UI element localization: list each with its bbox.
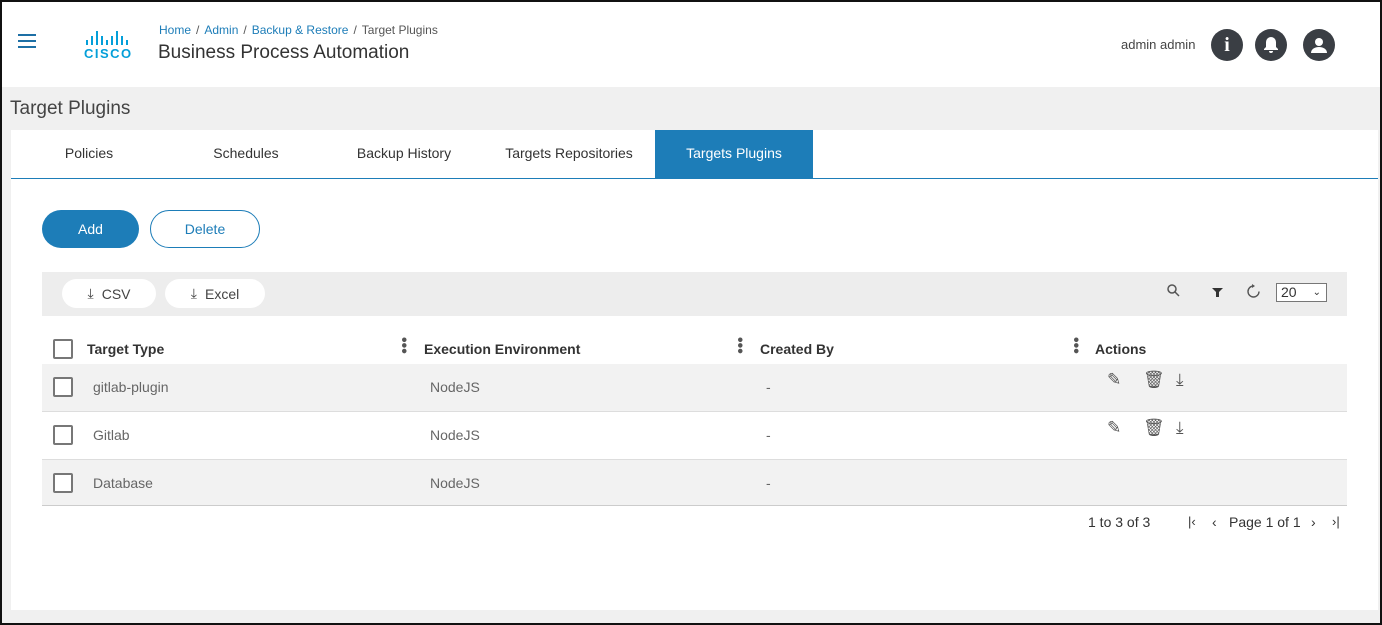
breadcrumb-admin[interactable]: Admin xyxy=(204,23,238,37)
app-title: Business Process Automation xyxy=(158,42,410,63)
user-avatar-icon[interactable] xyxy=(1303,29,1335,61)
column-header-target-type[interactable]: Target Type xyxy=(87,341,164,357)
chevron-down-icon: ⌄ xyxy=(1312,287,1321,298)
tab-policies[interactable]: Policies xyxy=(11,130,167,178)
table-row: gitlab-plugin NodeJS - ✎ 🗑 ⤓ xyxy=(42,364,1347,412)
cisco-logo: CISCO xyxy=(84,31,140,61)
column-header-execution-environment[interactable]: Execution Environment xyxy=(424,341,580,357)
main-card: Policies Schedules Backup History Target… xyxy=(11,130,1378,610)
breadcrumb-backup-restore[interactable]: Backup & Restore xyxy=(252,23,349,37)
page-size-select[interactable]: 20 ⌄ xyxy=(1276,283,1327,302)
export-excel-button[interactable]: ⤓ Excel xyxy=(165,279,265,308)
delete-button[interactable]: Delete xyxy=(150,210,260,248)
next-page-icon[interactable]: › xyxy=(1311,514,1316,530)
tab-bar: Policies Schedules Backup History Target… xyxy=(11,130,1378,179)
env-cell: NodeJS xyxy=(430,475,480,491)
page-size-value: 20 xyxy=(1281,284,1297,300)
row-checkbox[interactable] xyxy=(53,473,73,493)
tab-targets-repositories[interactable]: Targets Repositories xyxy=(483,130,655,178)
created-by-cell: - xyxy=(766,475,771,491)
export-csv-button[interactable]: ⤓ CSV xyxy=(62,279,156,308)
top-header: CISCO Home / Admin / Backup & Restore / Target… xyxy=(2,2,1380,87)
column-header-created-by[interactable]: Created By xyxy=(760,341,834,357)
row-count: 1 to 3 of 3 xyxy=(1088,514,1151,530)
breadcrumb: Home / Admin / Backup & Restore / Target Plugi… xyxy=(159,23,438,37)
download-icon: ⤓ xyxy=(87,285,94,301)
table-row: Database NodeJS - xyxy=(42,460,1347,506)
previous-page-icon[interactable]: ‹ xyxy=(1212,514,1217,530)
csv-label: CSV xyxy=(101,285,131,302)
column-header-actions: Actions xyxy=(1095,341,1147,357)
grid-toolbar: ⤓ CSV ⤓ Excel 20 ⌄ xyxy=(42,272,1347,316)
download-icon[interactable]: ⤓ xyxy=(1176,418,1184,438)
user-name: admin admin xyxy=(1121,37,1196,52)
bell-icon[interactable] xyxy=(1255,29,1287,61)
table-row: Gitlab NodeJS - ✎ 🗑 ⤓ xyxy=(42,412,1347,460)
add-button[interactable]: Add xyxy=(42,210,139,248)
refresh-icon[interactable] xyxy=(1247,284,1260,301)
breadcrumb-current: Target Plugins xyxy=(361,23,438,37)
download-icon[interactable]: ⤓ xyxy=(1176,370,1184,390)
info-icon[interactable]: i xyxy=(1211,29,1243,61)
edit-icon[interactable]: ✎ xyxy=(1107,370,1121,390)
tab-backup-history[interactable]: Backup History xyxy=(325,130,483,178)
edit-icon[interactable]: ✎ xyxy=(1107,418,1121,438)
search-icon[interactable] xyxy=(1167,284,1180,300)
trash-icon[interactable]: 🗑 xyxy=(1143,418,1165,438)
tab-targets-plugins[interactable]: Targets Plugins xyxy=(655,130,813,178)
trash-icon[interactable]: 🗑 xyxy=(1143,370,1165,390)
hamburger-menu-icon[interactable] xyxy=(18,34,36,48)
download-icon: ⤓ xyxy=(190,285,197,301)
env-cell: NodeJS xyxy=(430,427,480,443)
table-header: Target Type ••• Execution Environment ••… xyxy=(42,326,1347,364)
row-checkbox[interactable] xyxy=(53,425,73,445)
breadcrumb-home[interactable]: Home xyxy=(159,23,191,37)
first-page-icon[interactable]: |‹ xyxy=(1188,514,1196,529)
target-type-cell: Database xyxy=(93,475,153,491)
plugins-table: Target Type ••• Execution Environment ••… xyxy=(42,326,1347,506)
created-by-cell: - xyxy=(766,379,771,395)
page-indicator: Page 1 of 1 xyxy=(1229,514,1301,530)
target-type-cell: gitlab-plugin xyxy=(93,379,169,395)
tab-schedules[interactable]: Schedules xyxy=(167,130,325,178)
column-menu-icon[interactable]: ••• xyxy=(1067,337,1084,354)
filter-icon[interactable] xyxy=(1212,285,1223,301)
last-page-icon[interactable]: ›| xyxy=(1332,514,1340,529)
column-menu-icon[interactable]: ••• xyxy=(731,337,748,354)
page-title: Target Plugins xyxy=(10,98,131,119)
row-checkbox[interactable] xyxy=(53,377,73,397)
column-menu-icon[interactable]: ••• xyxy=(395,337,412,354)
excel-label: Excel xyxy=(204,285,240,302)
created-by-cell: - xyxy=(766,427,771,443)
env-cell: NodeJS xyxy=(430,379,480,395)
select-all-checkbox[interactable] xyxy=(53,339,73,359)
target-type-cell: Gitlab xyxy=(93,427,130,443)
